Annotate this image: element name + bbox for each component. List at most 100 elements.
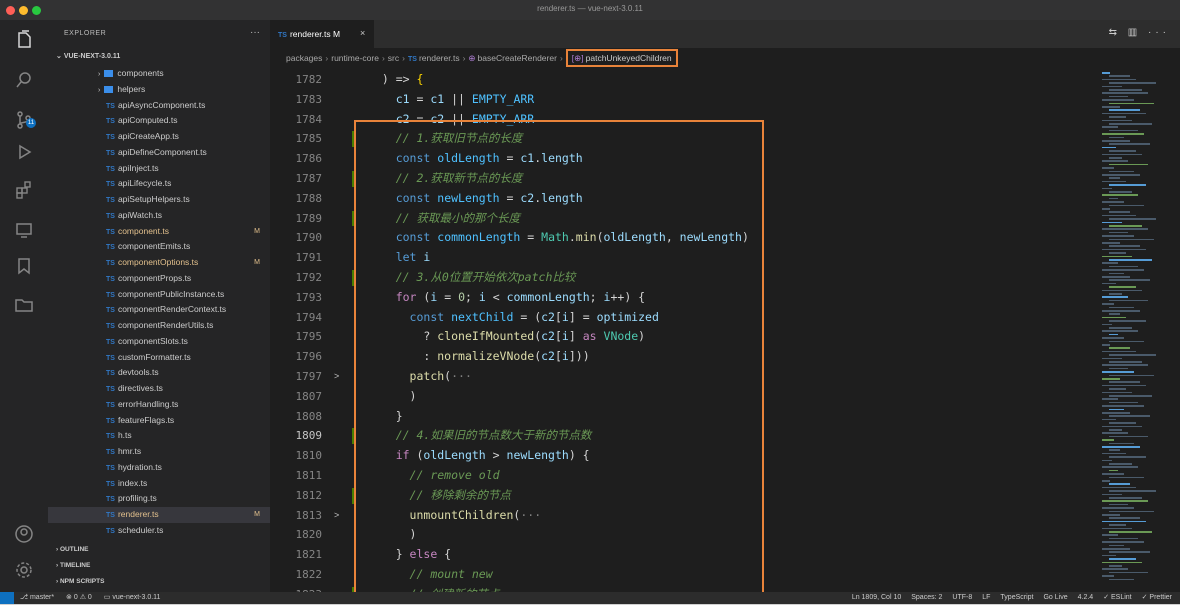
tree-file[interactable]: TS errorHandling.ts: [48, 397, 270, 413]
minimap-line: [1109, 463, 1132, 465]
typescript-file-icon: TS: [106, 212, 115, 220]
minimap[interactable]: [1080, 68, 1180, 592]
code-line[interactable]: c1 = c1 || EMPTY_ARR: [368, 90, 1080, 110]
tree-file[interactable]: TS h.ts: [48, 428, 270, 444]
minimap-line: [1109, 231, 1128, 234]
settings-gear-icon[interactable]: [14, 560, 34, 580]
tree-file[interactable]: TS componentEmits.ts: [48, 239, 270, 255]
status-item[interactable]: Go Live: [1043, 594, 1067, 601]
tree-file[interactable]: TS apiCreateApp.ts: [48, 129, 270, 145]
minimap-line: [1109, 327, 1132, 329]
tree-file[interactable]: TS component.ts M: [48, 224, 270, 240]
close-icon[interactable]: ×: [360, 28, 365, 38]
workspace-root[interactable]: ⌄ VUE-NEXT-3.0.11: [56, 52, 120, 60]
minimap-line: [1109, 286, 1136, 288]
tree-file[interactable]: TS apiLifecycle.ts: [48, 176, 270, 192]
files-icon[interactable]: [14, 30, 34, 50]
breadcrumb-item[interactable]: runtime-core: [331, 53, 379, 63]
tree-file[interactable]: TS componentRenderContext.ts: [48, 302, 270, 318]
minimap-line: [1109, 82, 1156, 84]
status-item[interactable]: LF: [982, 594, 990, 601]
remote-indicator[interactable]: [0, 592, 14, 604]
problems-status[interactable]: ⊗ 0 ⚠ 0: [66, 594, 92, 601]
minimap-line: [1109, 388, 1126, 390]
branch-status[interactable]: ⎇ master*: [20, 594, 54, 601]
tree-file[interactable]: TS apiAsyncComponent.ts: [48, 98, 270, 114]
status-item[interactable]: TypeScript: [1000, 594, 1033, 601]
tree-file[interactable]: TS customFormatter.ts: [48, 350, 270, 366]
folder-icon[interactable]: [14, 295, 34, 315]
tree-file[interactable]: TS componentPublicInstance.ts: [48, 287, 270, 303]
tree-file[interactable]: TS scheduler.ts: [48, 523, 270, 539]
tree-file[interactable]: TS devtools.ts: [48, 365, 270, 381]
minimap-line: [1109, 163, 1148, 166]
minimap-line: [1102, 405, 1144, 407]
status-item[interactable]: UTF-8: [952, 594, 972, 601]
chevron-right-icon: ›: [98, 71, 101, 78]
status-item[interactable]: 4.2.4: [1078, 594, 1094, 601]
timeline-section[interactable]: › TIMELINE: [56, 562, 90, 569]
tree-file[interactable]: TS componentOptions.ts M: [48, 255, 270, 271]
editor-tab-bar: TS renderer.ts M × ⇆ ▥ ···: [270, 20, 1180, 48]
tree-file[interactable]: TS apiWatch.ts: [48, 208, 270, 224]
tree-file[interactable]: TS apiSetupHelpers.ts: [48, 192, 270, 208]
extensions-icon[interactable]: [14, 180, 34, 200]
minimap-line: [1102, 541, 1144, 543]
explorer-more-icon[interactable]: ···: [250, 27, 260, 38]
tree-file[interactable]: TS featureFlags.ts: [48, 413, 270, 429]
breadcrumb-file[interactable]: renderer.ts: [419, 53, 460, 63]
tree-folder[interactable]: › helpers: [48, 82, 270, 98]
tree-item-label: hydration.ts: [117, 461, 162, 472]
breadcrumb-item[interactable]: packages: [286, 53, 322, 63]
tree-folder[interactable]: › components: [48, 66, 270, 82]
tree-file[interactable]: TS componentProps.ts: [48, 271, 270, 287]
status-item[interactable]: Spaces: 2: [911, 594, 942, 601]
tree-file[interactable]: TS renderer.ts M: [48, 507, 270, 523]
tree-file[interactable]: TS apiInject.ts: [48, 161, 270, 177]
typescript-file-icon: TS: [106, 401, 115, 409]
outline-section[interactable]: › OUTLINE: [56, 546, 89, 553]
minimap-line: [1102, 412, 1130, 414]
tree-item-label: hmr.ts: [117, 446, 142, 456]
editor-actions[interactable]: ⇆ ▥ ···: [1109, 27, 1170, 38]
breadcrumb-symbol[interactable]: baseCreateRenderer: [478, 53, 557, 63]
minimap-line: [1109, 279, 1150, 281]
tree-file[interactable]: TS profiling.ts: [48, 491, 270, 507]
breadcrumb-item[interactable]: src: [388, 53, 399, 63]
tree-file[interactable]: TS apiComputed.ts: [48, 113, 270, 129]
folder-icon: [104, 70, 114, 77]
run-debug-icon[interactable]: [14, 142, 34, 162]
line-number: 1809: [295, 429, 323, 443]
minimap-line: [1109, 218, 1156, 220]
breadcrumb-current-symbol[interactable]: [⊕] patchUnkeyedChildren: [565, 49, 678, 67]
folder-status[interactable]: ▭ vue-next-3.0.11: [104, 594, 161, 601]
branch-label: master*: [29, 594, 55, 601]
tab-renderer-ts[interactable]: TS renderer.ts M ×: [270, 20, 374, 48]
status-item[interactable]: ✓ ESLint: [1103, 594, 1131, 601]
fold-chevron-icon[interactable]: >: [334, 367, 339, 387]
account-icon[interactable]: [14, 524, 34, 544]
code-line[interactable]: ) => {: [368, 70, 1080, 90]
minimap-line: [1109, 571, 1148, 574]
typescript-file-icon: TS: [106, 291, 115, 299]
status-item[interactable]: ✓ Prettier: [1142, 594, 1172, 601]
tree-file[interactable]: TS index.ts: [48, 476, 270, 492]
folder-icon: [104, 85, 114, 93]
code-editor[interactable]: 1782 1783 1784 1785 1786 1787 1788 1789 1790 1791…: [270, 68, 1080, 603]
status-item[interactable]: Ln 1809, Col 10: [852, 594, 901, 601]
tree-file[interactable]: TS hydration.ts: [48, 460, 270, 476]
remote-explorer-icon[interactable]: [14, 220, 34, 240]
line-number: 1792: [295, 271, 323, 284]
tree-file[interactable]: TS directives.ts: [48, 381, 270, 397]
fold-chevron-icon[interactable]: >: [334, 506, 339, 526]
tree-file[interactable]: TS hmr.ts: [48, 444, 270, 460]
tree-file[interactable]: TS componentRenderUtils.ts: [48, 318, 270, 334]
minimap-line: [1102, 146, 1116, 149]
tree-file[interactable]: TS apiDefineComponent.ts: [48, 145, 270, 161]
bookmarks-icon[interactable]: [14, 256, 34, 276]
search-icon[interactable]: [14, 70, 34, 90]
typescript-file-icon: TS: [106, 260, 115, 267]
npm-scripts-section[interactable]: › NPM SCRIPTS: [56, 578, 104, 585]
tree-file[interactable]: TS componentSlots.ts: [48, 334, 270, 350]
minimap-line: [1109, 367, 1128, 370]
